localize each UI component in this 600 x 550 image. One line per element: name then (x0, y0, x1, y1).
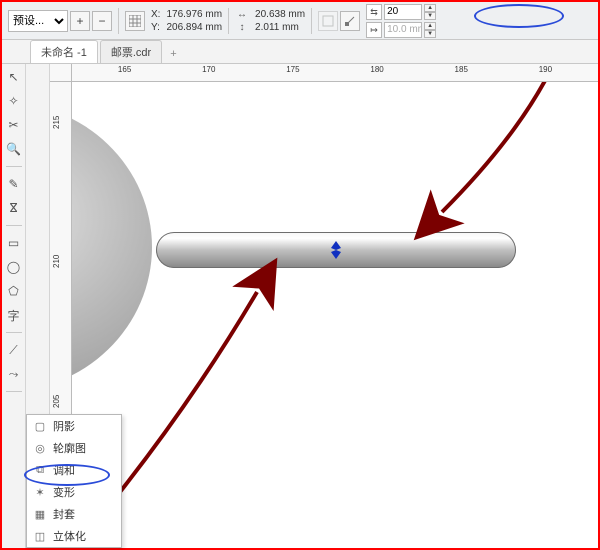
object-origin-button[interactable] (125, 11, 145, 31)
crop-tool[interactable]: ✂ (5, 116, 23, 134)
size-readout: ↔ 20.638 mm ↕ 2.011 mm (235, 9, 305, 33)
ruler-tick-label: 175 (286, 65, 299, 74)
preset-select[interactable]: 预设... (8, 10, 68, 32)
width-value: 20.638 mm (255, 9, 305, 20)
interactive-tool-flyout: ▢ 阴影 ◎ 轮廓图 ⧉ 调和 ✶ 变形 ▦ 封套 ◫ 立体化 (26, 414, 122, 548)
annotation-arrows (72, 82, 598, 548)
freehand-tool[interactable]: ✎ (5, 175, 23, 193)
steps-icon: ⇆ (366, 4, 382, 20)
blend-dir-button-2[interactable] (340, 11, 360, 31)
position-readout: X: 176.976 mm Y: 206.894 mm (151, 9, 222, 33)
blend-capsule-object[interactable] (156, 232, 516, 268)
ruler-tick-label: 190 (539, 65, 552, 74)
toolbox: ↖ ✧ ✂ 🔍 ✎ ⴵ ▭ ◯ ⬠ 字 ⟋ ⤳ (2, 64, 26, 548)
ruler-tick-label: 180 (370, 65, 383, 74)
tab-stamp[interactable]: 邮票.cdr (100, 40, 162, 63)
tool-separator (6, 332, 22, 333)
y-label: Y: (151, 22, 160, 33)
offset-icon: ↦ (366, 22, 382, 38)
shape-tool[interactable]: ✧ (5, 92, 23, 110)
blend-direction-group (318, 11, 360, 31)
cw-blend-icon (344, 15, 356, 27)
blend-offset-input[interactable] (384, 22, 422, 38)
distort-icon: ✶ (33, 485, 47, 499)
steps-spinner[interactable]: ▲▼ (424, 4, 436, 20)
y-value: 206.894 mm (166, 22, 222, 33)
artistic-media-tool[interactable]: ⴵ (5, 199, 23, 217)
ruler-tick-label: 185 (455, 65, 468, 74)
parallel-dim-tool[interactable]: ⟋ (5, 341, 23, 359)
offset-spinner[interactable]: ▲▼ (424, 22, 436, 38)
x-label: X: (151, 9, 160, 20)
canvas-area: 165 170 175 180 185 190 215 210 205 (50, 64, 598, 548)
rectangle-tool[interactable]: ▭ (5, 234, 23, 252)
text-tool[interactable]: 字 (5, 306, 23, 324)
drawing-canvas[interactable] (72, 82, 598, 548)
blend-icon: ⧉ (33, 463, 47, 477)
ruler-origin[interactable] (50, 64, 72, 82)
height-icon: ↕ (235, 22, 249, 33)
flyout-item-extrude[interactable]: ◫ 立体化 (27, 525, 121, 547)
flyout-item-envelope[interactable]: ▦ 封套 (27, 503, 121, 525)
divider (311, 8, 312, 34)
tab-untitled[interactable]: 未命名 -1 (30, 40, 98, 63)
flyout-item-contour[interactable]: ◎ 轮廓图 (27, 437, 121, 459)
flyout-label: 封套 (53, 506, 75, 522)
preset-add-button[interactable]: + (70, 11, 90, 31)
flyout-label: 阴影 (53, 418, 75, 434)
envelope-icon: ▦ (33, 507, 47, 521)
flyout-label: 轮廓图 (53, 440, 86, 456)
ruler-tick-label: 215 (52, 115, 61, 128)
flyout-label: 变形 (53, 484, 75, 500)
main-area: ↖ ✧ ✂ 🔍 ✎ ⴵ ▭ ◯ ⬠ 字 ⟋ ⤳ ▢ ◎ ⧉ ✶ ▦ ◫ 165 … (2, 64, 598, 548)
ruler-tick-label: 165 (118, 65, 131, 74)
flyout-item-shadow[interactable]: ▢ 阴影 (27, 415, 121, 437)
ellipse-tool[interactable]: ◯ (5, 258, 23, 276)
zoom-tool[interactable]: 🔍 (5, 140, 23, 158)
preset-remove-button[interactable]: − (92, 11, 112, 31)
property-bar: 预设... + − X: 176.976 mm Y: 206.894 mm ↔ … (2, 2, 598, 40)
shadow-icon: ▢ (33, 419, 47, 433)
tool-separator (6, 166, 22, 167)
origin-grid-icon (129, 15, 141, 27)
height-value: 2.011 mm (255, 22, 305, 33)
divider (118, 8, 119, 34)
x-value: 176.976 mm (166, 9, 222, 20)
preset-group: 预设... + − (8, 10, 112, 32)
blend-steps-group: ⇆ ▲▼ ↦ ▲▼ (366, 4, 436, 38)
background-ellipse-object[interactable] (72, 102, 152, 392)
new-tab-button[interactable]: + (164, 45, 182, 63)
contour-icon: ◎ (33, 441, 47, 455)
width-icon: ↔ (235, 9, 249, 20)
extrude-icon: ◫ (33, 529, 47, 543)
tool-separator (6, 225, 22, 226)
divider (228, 8, 229, 34)
flyout-item-distort[interactable]: ✶ 变形 (27, 481, 121, 503)
connector-tool[interactable]: ⤳ (5, 365, 23, 383)
ruler-tick-label: 210 (52, 255, 61, 268)
pick-tool[interactable]: ↖ (5, 68, 23, 86)
document-tab-bar: 未命名 -1 邮票.cdr + (2, 40, 598, 64)
flyout-label: 调和 (53, 462, 75, 478)
flyout-label: 立体化 (53, 528, 86, 544)
blend-dir-button-1[interactable] (318, 11, 338, 31)
direct-blend-icon (322, 15, 334, 27)
ruler-tick-label: 170 (202, 65, 215, 74)
polygon-tool[interactable]: ⬠ (5, 282, 23, 300)
flyout-item-blend[interactable]: ⧉ 调和 (27, 459, 121, 481)
blend-center-handle[interactable] (329, 241, 343, 259)
tool-separator (6, 391, 22, 392)
horizontal-ruler[interactable]: 165 170 175 180 185 190 (72, 64, 598, 82)
blend-steps-input[interactable] (384, 4, 422, 20)
ruler-tick-label: 205 (52, 395, 61, 408)
